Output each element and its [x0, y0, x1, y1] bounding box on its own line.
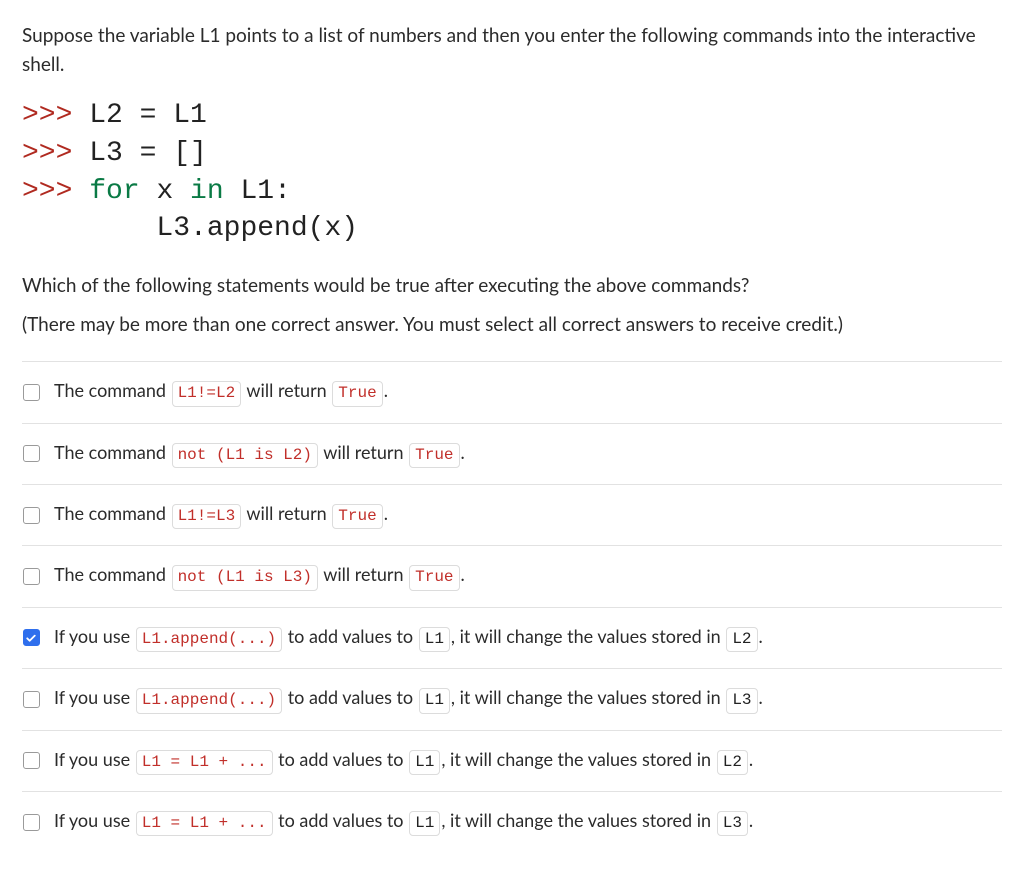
options-list: The command L1!=L2 will return True. The… [22, 361, 1002, 852]
code-text: = [140, 100, 157, 131]
option-text: If you use L1 = L1 + ... to add values t… [54, 747, 753, 775]
text: . [384, 502, 388, 524]
option-text: If you use L1.append(...) to add values … [54, 685, 763, 713]
option-7[interactable]: If you use L1 = L1 + ... to add values t… [22, 730, 1002, 791]
code-chip: L1!=L2 [172, 381, 242, 406]
code-chip: L2 [726, 627, 757, 652]
code-chip: True [332, 381, 382, 406]
option-text: The command L1!=L2 will return True. [54, 378, 388, 406]
text: to add values to [274, 809, 409, 831]
prompt: >>> [22, 176, 72, 207]
question-intro: Suppose the variable L1 points to a list… [22, 22, 1002, 79]
text: . [384, 379, 388, 401]
option-text: The command not (L1 is L3) will return T… [54, 562, 465, 590]
code-text: . [190, 213, 207, 244]
option-3[interactable]: The command L1!=L3 will return True. [22, 484, 1002, 545]
code-text: L1 [224, 176, 274, 207]
option-6[interactable]: If you use L1.append(...) to add values … [22, 668, 1002, 729]
checkbox[interactable] [23, 445, 40, 462]
text: to add values to [283, 625, 418, 647]
option-text: The command L1!=L3 will return True. [54, 501, 388, 529]
option-text: If you use L1 = L1 + ... to add values t… [54, 808, 753, 836]
code-text: L3 [22, 213, 190, 244]
text: If you use [54, 625, 135, 647]
text: The command [54, 379, 171, 401]
code-text: (x) [308, 213, 358, 244]
code-chip: L1 [419, 688, 450, 713]
code-block: >>> L2 = L1 >>> L3 = [] >>> for x in L1:… [22, 97, 1002, 248]
code-chip: L1.append(...) [136, 627, 282, 652]
code-chip: L1 = L1 + ... [136, 750, 273, 775]
code-text: L3 [72, 138, 139, 169]
option-text: If you use L1.append(...) to add values … [54, 624, 763, 652]
option-text: The command not (L1 is L2) will return T… [54, 440, 465, 468]
checkbox[interactable] [23, 629, 40, 646]
code-chip: L1 [419, 627, 450, 652]
text: , it will change the values stored in [441, 748, 715, 770]
checkbox[interactable] [23, 752, 40, 769]
text: . [759, 625, 763, 647]
code-text: = [140, 138, 157, 169]
code-chip: L1 [409, 811, 440, 836]
code-chip: True [409, 443, 459, 468]
code-text: x [140, 176, 174, 207]
text: The command [54, 441, 171, 463]
code-text: [] [156, 138, 206, 169]
text: If you use [54, 809, 135, 831]
text: will return [242, 502, 331, 524]
checkbox[interactable] [23, 814, 40, 831]
code-chip: L1 = L1 + ... [136, 811, 273, 836]
code-keyword: in [173, 176, 223, 207]
option-1[interactable]: The command L1!=L2 will return True. [22, 361, 1002, 422]
code-chip: L1 [409, 750, 440, 775]
code-chip: not (L1 is L2) [172, 443, 318, 468]
text: . [749, 748, 753, 770]
text: will return [319, 563, 408, 585]
option-8[interactable]: If you use L1 = L1 + ... to add values t… [22, 791, 1002, 852]
text: The command [54, 502, 171, 524]
text: . [461, 441, 465, 463]
text: . [759, 686, 763, 708]
checkbox[interactable] [23, 384, 40, 401]
code-text: : [274, 176, 291, 207]
code-text: L2 [72, 100, 139, 131]
code-text: append [207, 213, 308, 244]
code-keyword: for [72, 176, 139, 207]
text: If you use [54, 686, 135, 708]
prompt: >>> [22, 100, 72, 131]
code-text: L1 [156, 100, 206, 131]
option-4[interactable]: The command not (L1 is L3) will return T… [22, 545, 1002, 606]
text: , it will change the values stored in [441, 809, 715, 831]
option-5[interactable]: If you use L1.append(...) to add values … [22, 607, 1002, 668]
checkbox[interactable] [23, 691, 40, 708]
question-prompt: Which of the following statements would … [22, 272, 1002, 301]
checkbox[interactable] [23, 507, 40, 524]
checkbox[interactable] [23, 568, 40, 585]
text: The command [54, 563, 171, 585]
prompt: >>> [22, 138, 72, 169]
text: , it will change the values stored in [451, 686, 725, 708]
code-chip: not (L1 is L3) [172, 565, 318, 590]
option-2[interactable]: The command not (L1 is L2) will return T… [22, 423, 1002, 484]
text: If you use [54, 748, 135, 770]
text: will return [319, 441, 408, 463]
text: will return [242, 379, 331, 401]
code-chip: L3 [717, 811, 748, 836]
text: . [749, 809, 753, 831]
code-chip: L3 [726, 688, 757, 713]
text: . [461, 563, 465, 585]
text: , it will change the values stored in [451, 625, 725, 647]
code-chip: True [409, 565, 459, 590]
code-chip: L2 [717, 750, 748, 775]
code-chip: True [332, 504, 382, 529]
code-chip: L1.append(...) [136, 688, 282, 713]
code-chip: L1!=L3 [172, 504, 242, 529]
question-note: (There may be more than one correct answ… [22, 311, 1002, 340]
text: to add values to [283, 686, 418, 708]
text: to add values to [274, 748, 409, 770]
